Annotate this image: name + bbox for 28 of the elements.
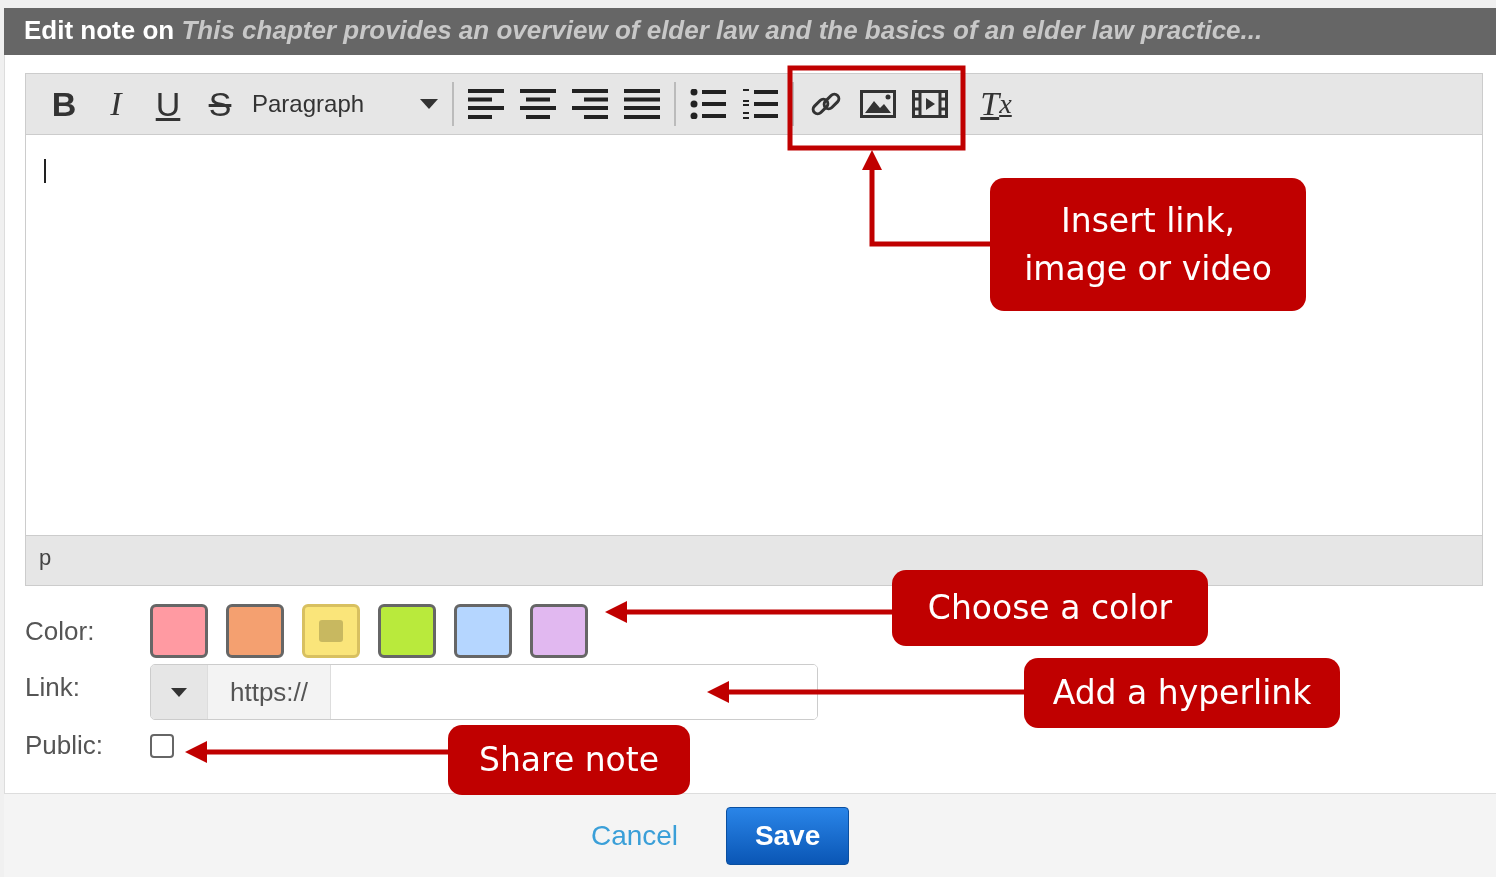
- color-swatch[interactable]: [226, 604, 284, 658]
- callout-label: Insert link, image or video: [990, 178, 1306, 311]
- strikethrough-button[interactable]: S: [198, 82, 242, 126]
- italic-button[interactable]: I: [94, 82, 138, 126]
- color-swatch[interactable]: [150, 604, 208, 658]
- callout-label: Share note: [448, 725, 690, 795]
- color-swatch[interactable]: [302, 604, 360, 658]
- underline-button[interactable]: U: [146, 82, 190, 126]
- public-label: Public:: [25, 730, 105, 761]
- caret-icon: [420, 99, 438, 109]
- callout-label: Add a hyperlink: [1024, 658, 1340, 728]
- dialog-title: Edit note on This chapter provides an overview of elder law and the basics of an elder law practice...: [4, 8, 1496, 55]
- format-dropdown[interactable]: Paragraph: [246, 82, 446, 126]
- public-checkbox[interactable]: [150, 733, 174, 758]
- link-field[interactable]: https://: [150, 664, 818, 720]
- callout-label: Choose a color: [892, 570, 1208, 646]
- protocol-prefix: https://: [208, 665, 331, 719]
- caret-icon: [171, 687, 187, 697]
- color-swatch[interactable]: [530, 604, 588, 658]
- save-button[interactable]: Save: [726, 806, 850, 865]
- color-swatch[interactable]: [378, 604, 436, 658]
- color-label: Color:: [25, 615, 96, 647]
- link-label: Link:: [25, 672, 81, 703]
- bold-button[interactable]: B: [42, 82, 86, 126]
- text-cursor: [44, 159, 46, 183]
- color-swatch[interactable]: [454, 604, 512, 658]
- protocol-dropdown[interactable]: [151, 665, 208, 719]
- element-path: p: [39, 545, 52, 570]
